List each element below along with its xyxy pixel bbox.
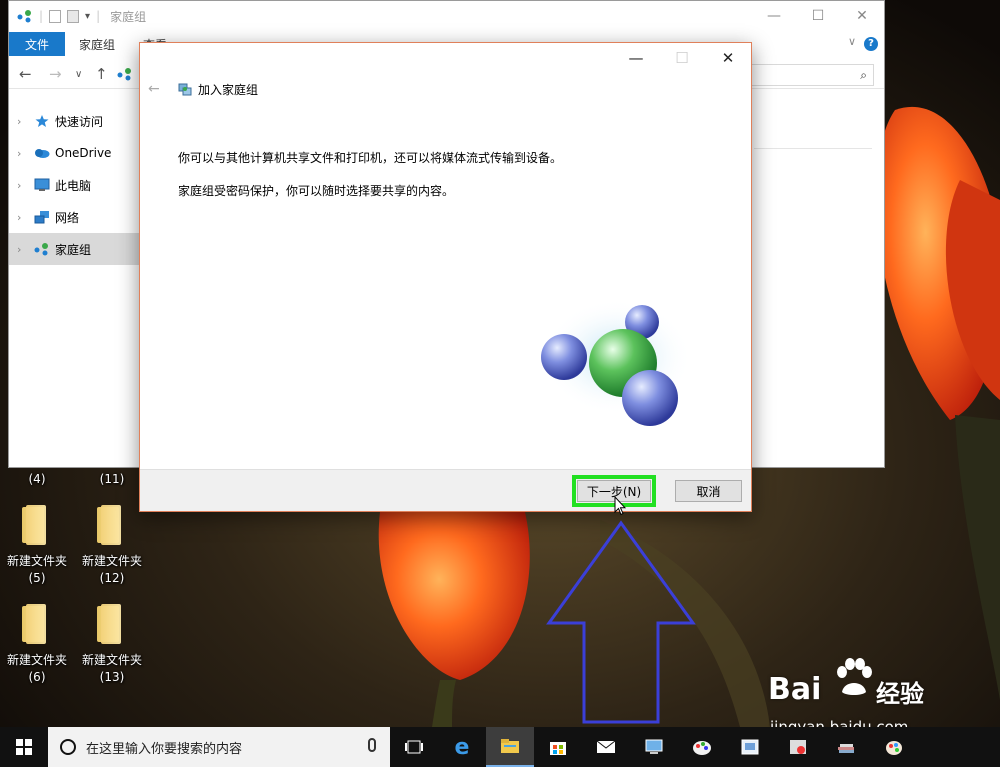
explorer-maximize-button[interactable]: ☐ bbox=[796, 1, 840, 31]
dialog-maximize-button[interactable]: ☐ bbox=[659, 45, 705, 71]
sidebar-item-quick-access[interactable]: › 快速访问 bbox=[9, 105, 139, 137]
folder-count: (5) bbox=[28, 571, 46, 585]
homegroup-wizard-icon bbox=[178, 83, 192, 96]
divider bbox=[754, 148, 872, 149]
desktop-folder-label[interactable]: 新建文件夹 (13) bbox=[77, 652, 147, 686]
sidebar-item-label: 快速访问 bbox=[55, 114, 104, 129]
sidebar-item-homegroup[interactable]: › 家庭组 bbox=[9, 233, 139, 265]
homegroup-icon bbox=[17, 10, 31, 23]
microphone-icon[interactable] bbox=[368, 738, 376, 752]
start-button[interactable] bbox=[0, 727, 48, 767]
folder-name: 新建文件夹 bbox=[6, 554, 67, 568]
task-view-icon[interactable] bbox=[390, 727, 438, 767]
expand-chevron-icon[interactable]: › bbox=[17, 179, 33, 192]
back-arrow-icon[interactable]: ← bbox=[19, 65, 32, 83]
navigation-pane: › 快速访问 › OneDrive › 此电脑 › 网络 › 家庭组 bbox=[9, 105, 139, 265]
sidebar-item-this-pc[interactable]: › 此电脑 bbox=[9, 169, 139, 201]
sidebar-item-network[interactable]: › 网络 bbox=[9, 201, 139, 233]
windows-logo-icon bbox=[16, 739, 32, 755]
cortana-icon bbox=[60, 739, 76, 755]
cloud-icon bbox=[33, 145, 51, 161]
mouse-cursor-icon bbox=[614, 496, 626, 516]
back-arrow-icon[interactable]: ← bbox=[148, 81, 160, 97]
desktop-folder-label[interactable]: 新建文件夹 (12) bbox=[77, 553, 147, 587]
folder-count: (12) bbox=[99, 571, 125, 585]
properties-icon[interactable] bbox=[49, 9, 62, 23]
quick-access-dropdown-icon[interactable]: ▾ bbox=[85, 11, 90, 22]
folder-count: (13) bbox=[99, 670, 125, 684]
desktop-folder-count: (4) bbox=[28, 472, 46, 486]
expand-chevron-icon[interactable]: › bbox=[17, 211, 33, 224]
help-icon[interactable]: ? bbox=[864, 37, 878, 51]
tab-homegroup[interactable]: 家庭组 bbox=[65, 36, 129, 53]
computer-icon bbox=[33, 177, 51, 193]
cancel-button[interactable]: 取消 bbox=[675, 480, 742, 502]
new-folder-icon[interactable] bbox=[67, 9, 80, 23]
screenshot-tool-icon[interactable] bbox=[726, 727, 774, 767]
watermark-brand: Bai bbox=[768, 672, 822, 707]
desktop-folder-label[interactable]: 新建文件夹 (6) bbox=[2, 652, 72, 686]
sidebar-item-onedrive[interactable]: › OneDrive bbox=[9, 137, 139, 169]
folder-name: 新建文件夹 bbox=[6, 653, 67, 667]
star-icon bbox=[33, 113, 51, 129]
mail-icon[interactable] bbox=[582, 727, 630, 767]
dialog-title: 加入家庭组 bbox=[198, 83, 259, 97]
network-icon bbox=[33, 209, 51, 225]
dialog-close-button[interactable]: ✕ bbox=[705, 45, 751, 71]
search-icon: ⌕ bbox=[860, 67, 867, 82]
folder-icon[interactable] bbox=[20, 604, 48, 644]
explorer-title: 家庭组 bbox=[110, 9, 147, 24]
homegroup-icon bbox=[33, 241, 51, 257]
search-input[interactable]: ⌕ bbox=[744, 64, 874, 86]
explorer-minimize-button[interactable]: — bbox=[752, 1, 796, 31]
desktop-folder-count: (11) bbox=[99, 472, 125, 486]
media-player-icon[interactable] bbox=[774, 727, 822, 767]
expand-chevron-icon[interactable]: › bbox=[17, 147, 33, 160]
sidebar-item-label: 此电脑 bbox=[55, 178, 92, 193]
forward-arrow-icon[interactable]: → bbox=[49, 65, 62, 83]
recent-locations-icon[interactable]: ∨ bbox=[75, 69, 82, 80]
sidebar-item-label: 网络 bbox=[55, 210, 80, 225]
search-placeholder: 在这里输入你要搜索的内容 bbox=[86, 741, 243, 757]
books-app-icon[interactable] bbox=[822, 727, 870, 767]
dialog-password-note: 家庭组受密码保护，你可以随时选择要共享的内容。 bbox=[178, 184, 455, 198]
up-arrow-icon[interactable]: ↑ bbox=[95, 65, 108, 83]
folder-icon[interactable] bbox=[20, 505, 48, 545]
folder-name: 新建文件夹 bbox=[81, 554, 142, 568]
paint-palette-icon[interactable] bbox=[870, 727, 918, 767]
folder-icon[interactable] bbox=[95, 505, 123, 545]
folder-count: (6) bbox=[28, 670, 46, 684]
sidebar-item-label: 家庭组 bbox=[55, 242, 92, 257]
ribbon-collapse-icon[interactable]: ∨ bbox=[848, 35, 856, 48]
explorer-close-button[interactable]: ✕ bbox=[840, 1, 884, 31]
taskbar-search-input[interactable]: 在这里输入你要搜索的内容 bbox=[48, 727, 390, 767]
homegroup-molecule-illustration bbox=[541, 299, 692, 426]
folder-icon[interactable] bbox=[95, 604, 123, 644]
edge-browser-icon[interactable]: e bbox=[438, 727, 486, 767]
paint-icon[interactable] bbox=[678, 727, 726, 767]
store-icon[interactable] bbox=[534, 727, 582, 767]
sidebar-item-label: OneDrive bbox=[55, 146, 112, 160]
annotation-arrow-icon bbox=[546, 520, 696, 724]
taskbar: 在这里输入你要搜索的内容 e bbox=[0, 727, 1000, 767]
join-homegroup-dialog: — ☐ ✕ ← 加入家庭组 你可以与其他计算机共享文件和打印机，还可以将媒体流式… bbox=[139, 42, 752, 516]
dialog-description: 你可以与其他计算机共享文件和打印机，还可以将媒体流式传输到设备。 bbox=[178, 151, 563, 165]
expand-chevron-icon[interactable]: › bbox=[17, 243, 33, 256]
control-panel-icon[interactable] bbox=[630, 727, 678, 767]
paw-logo-icon bbox=[837, 658, 872, 695]
dialog-footer: 下一步(N) 取消 bbox=[140, 469, 751, 511]
expand-chevron-icon[interactable]: › bbox=[17, 115, 33, 128]
tab-file[interactable]: 文件 bbox=[9, 32, 65, 56]
file-explorer-icon[interactable] bbox=[486, 727, 534, 767]
address-homegroup-icon bbox=[117, 68, 131, 81]
dialog-minimize-button[interactable]: — bbox=[613, 45, 659, 71]
watermark-brand-suffix: 经验 bbox=[876, 680, 924, 708]
folder-name: 新建文件夹 bbox=[81, 653, 142, 667]
desktop-folder-label[interactable]: 新建文件夹 (5) bbox=[2, 553, 72, 587]
